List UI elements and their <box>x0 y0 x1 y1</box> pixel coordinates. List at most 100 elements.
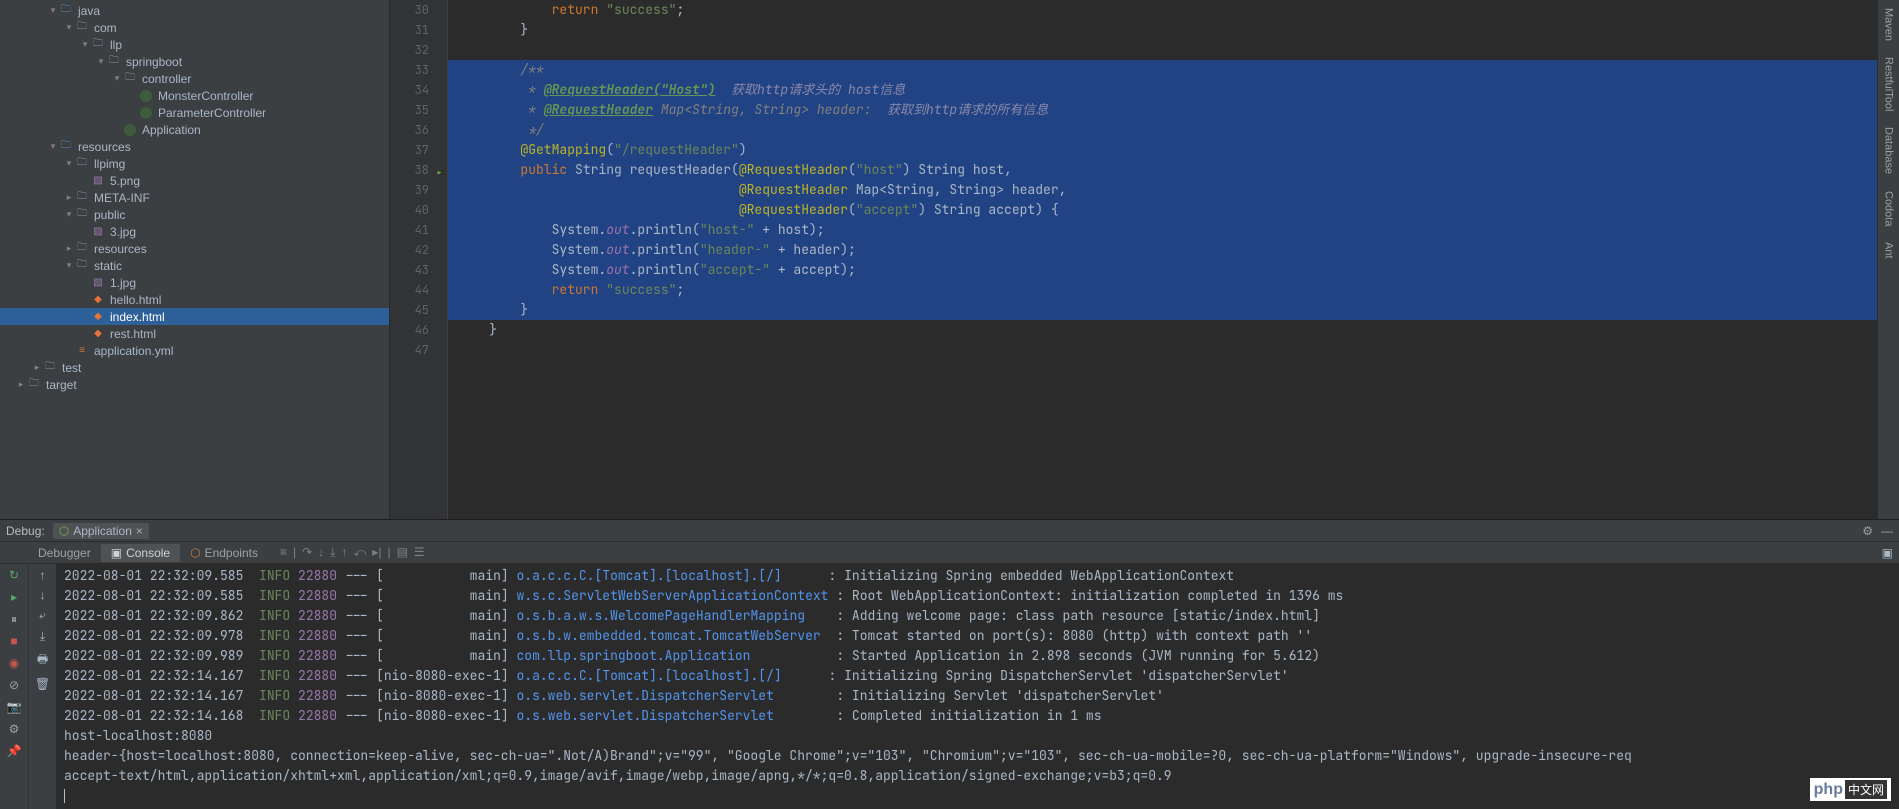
tree-item-resources[interactable]: 🗀resources <box>0 240 389 257</box>
tree-item-5-png[interactable]: ▧5.png <box>0 172 389 189</box>
tree-item-llpimg[interactable]: 🗀llpimg <box>0 155 389 172</box>
tool-tab-codota[interactable]: Codota <box>1881 185 1897 232</box>
code-line-38[interactable]: public String requestHeader(@RequestHead… <box>448 160 1877 180</box>
gear-icon[interactable]: ⚙ <box>1862 524 1873 538</box>
minimize-icon[interactable]: — <box>1881 524 1893 538</box>
code-editor[interactable]: 30313233💡3435363738▸394041424344454647 r… <box>390 0 1877 519</box>
tool-tab-maven[interactable]: Maven <box>1881 2 1897 47</box>
run-gutter-icon[interactable]: ▸ <box>433 163 443 173</box>
clear-icon[interactable]: 🗑 <box>35 677 50 691</box>
tree-item-monstercontroller[interactable]: MonsterController <box>0 87 389 104</box>
chevron-icon[interactable] <box>64 260 74 271</box>
code-line-46[interactable]: } <box>458 320 1877 340</box>
stop-icon[interactable]: ■ <box>6 634 22 650</box>
resume-icon[interactable]: ▸ <box>6 590 22 606</box>
print-icon[interactable]: 🖶 <box>37 650 48 671</box>
mute-breakpoints-icon[interactable]: ⊘ <box>6 678 22 694</box>
tree-label: META-INF <box>94 191 150 205</box>
settings-icon[interactable]: ⚙ <box>6 722 22 738</box>
tree-item-application-yml[interactable]: ≡application.yml <box>0 342 389 359</box>
layout-icon[interactable]: ▣ <box>1882 546 1893 560</box>
code-line-42[interactable]: System.out.println("header-" + header); <box>448 240 1877 260</box>
tree-item-rest-html[interactable]: ◆rest.html <box>0 325 389 342</box>
code-line-43[interactable]: System.out.println("accept-" + accept); <box>448 260 1877 280</box>
chevron-icon[interactable] <box>16 379 26 390</box>
tree-item-llp[interactable]: 🗀llp <box>0 36 389 53</box>
editor-gutter[interactable]: 30313233💡3435363738▸394041424344454647 <box>390 0 448 519</box>
tree-item-static[interactable]: 🗀static <box>0 257 389 274</box>
project-tree[interactable]: 🗀java🗀com🗀llp🗀springboot🗀controllerMonst… <box>0 0 390 519</box>
tool-tab-ant[interactable]: Ant <box>1881 236 1897 265</box>
run-to-cursor-icon[interactable]: ▸| <box>372 545 381 560</box>
camera-icon[interactable]: 📷 <box>6 700 22 716</box>
code-line-30[interactable]: return "success"; <box>458 0 1877 20</box>
code-line-47[interactable] <box>458 340 1877 360</box>
tree-item-3-jpg[interactable]: ▧3.jpg <box>0 223 389 240</box>
chevron-icon[interactable] <box>64 209 74 220</box>
tree-item-resources[interactable]: 🗀resources <box>0 138 389 155</box>
console-output[interactable]: 2022-08-01 22:32:09.585 INFO 22880 --- [… <box>56 564 1899 809</box>
scroll-end-icon[interactable]: ⤓ <box>40 629 45 644</box>
chevron-icon[interactable] <box>48 141 58 152</box>
soft-wrap-icon[interactable]: ⤶ <box>39 608 46 623</box>
code-line-44[interactable]: return "success"; <box>448 280 1877 300</box>
step-out-icon[interactable]: ↑ <box>341 545 347 560</box>
code-line-34[interactable]: * @RequestHeader("Host") 获取http请求头的 host… <box>448 80 1877 100</box>
debug-run-config[interactable]: ⬡ Application × <box>53 523 149 539</box>
code-line-35[interactable]: * @RequestHeader Map<String, String> hea… <box>448 100 1877 120</box>
up-icon[interactable]: ↑ <box>40 568 46 582</box>
tree-item-index-html[interactable]: ◆index.html <box>0 308 389 325</box>
chevron-icon[interactable] <box>112 73 122 84</box>
code-line-39[interactable]: @RequestHeader Map<String, String> heade… <box>448 180 1877 200</box>
drop-frame-icon[interactable]: ⤺ <box>353 545 366 560</box>
tree-item-hello-html[interactable]: ◆hello.html <box>0 291 389 308</box>
chevron-icon[interactable] <box>48 5 58 16</box>
evaluate-icon[interactable]: ▤ <box>397 545 408 560</box>
tree-item-controller[interactable]: 🗀controller <box>0 70 389 87</box>
code-line-31[interactable]: } <box>458 20 1877 40</box>
pin-icon[interactable]: 📌 <box>6 744 22 760</box>
force-step-into-icon[interactable]: ⤓ <box>330 545 335 560</box>
view-breakpoints-icon[interactable]: ◉ <box>6 656 22 672</box>
tree-label: public <box>94 208 125 222</box>
code-line-33[interactable]: /** <box>448 60 1877 80</box>
step-over-icon[interactable]: ↷ <box>302 545 312 560</box>
chevron-icon[interactable] <box>80 39 90 50</box>
filter-icon[interactable]: ≡ <box>280 545 287 560</box>
tree-item-target[interactable]: 🗀target <box>0 376 389 393</box>
tree-item-1-jpg[interactable]: ▧1.jpg <box>0 274 389 291</box>
down-icon[interactable]: ↓ <box>40 588 46 602</box>
rerun-icon[interactable]: ↻ <box>6 568 22 584</box>
tree-item-java[interactable]: 🗀java <box>0 2 389 19</box>
tree-item-meta-inf[interactable]: 🗀META-INF <box>0 189 389 206</box>
tool-tab-restfultool[interactable]: RestfulTool <box>1881 51 1897 117</box>
pause-icon[interactable]: ⏸ <box>6 612 22 628</box>
trace-icon[interactable]: ☰ <box>414 545 425 560</box>
chevron-icon[interactable] <box>64 158 74 169</box>
step-into-icon[interactable]: ↓ <box>318 545 324 560</box>
chevron-icon[interactable] <box>96 56 106 67</box>
chevron-icon[interactable] <box>64 192 74 203</box>
tree-item-com[interactable]: 🗀com <box>0 19 389 36</box>
code-line-41[interactable]: System.out.println("host-" + host); <box>448 220 1877 240</box>
right-tool-stripe[interactable]: Maven RestfulTool Database Codota Ant <box>1877 0 1899 519</box>
tree-item-springboot[interactable]: 🗀springboot <box>0 53 389 70</box>
chevron-icon[interactable] <box>32 362 42 373</box>
close-icon[interactable]: × <box>136 524 143 538</box>
chevron-icon[interactable] <box>64 243 74 254</box>
code-line-45[interactable]: } <box>448 300 1877 320</box>
tab-endpoints[interactable]: ⬡Endpoints <box>180 544 268 562</box>
chevron-icon[interactable] <box>64 22 74 33</box>
code-line-36[interactable]: */ <box>448 120 1877 140</box>
tab-console[interactable]: ▣Console <box>101 544 180 562</box>
code-line-37[interactable]: @GetMapping("/requestHeader") <box>448 140 1877 160</box>
code-line-32[interactable] <box>458 40 1877 60</box>
code-line-40[interactable]: @RequestHeader("accept") String accept) … <box>448 200 1877 220</box>
editor-code[interactable]: return "success"; } /** * @RequestHeader… <box>448 0 1877 519</box>
tab-debugger[interactable]: Debugger <box>28 544 101 562</box>
tree-item-application[interactable]: Application <box>0 121 389 138</box>
tree-item-parametercontroller[interactable]: ParameterController <box>0 104 389 121</box>
tree-item-public[interactable]: 🗀public <box>0 206 389 223</box>
tool-tab-database[interactable]: Database <box>1881 121 1897 180</box>
tree-item-test[interactable]: 🗀test <box>0 359 389 376</box>
